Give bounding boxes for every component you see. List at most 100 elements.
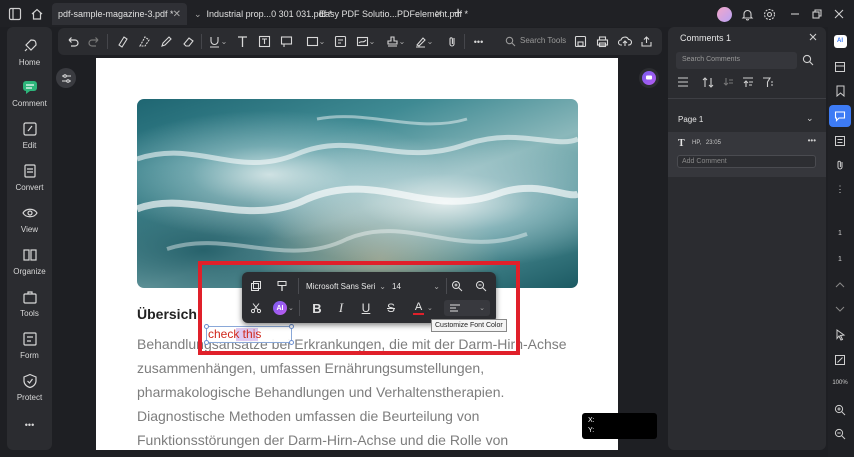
sidebar-item-organize[interactable]: Organize xyxy=(7,241,52,281)
chevron-down-icon[interactable]: ⌄ xyxy=(368,33,376,50)
sidebar-more-button[interactable]: ••• xyxy=(7,415,52,435)
comments-panel-toggle[interactable] xyxy=(829,105,851,127)
strikethrough-icon[interactable]: S xyxy=(383,300,399,316)
search-tools-input[interactable]: Search Tools xyxy=(520,36,566,45)
close-window-icon[interactable] xyxy=(830,5,848,23)
sidebar-item-tools[interactable]: Tools xyxy=(7,283,52,323)
select-cursor-icon[interactable] xyxy=(833,328,847,342)
ai-sidebar-icon[interactable]: AI xyxy=(833,34,847,48)
edit-icon xyxy=(22,121,37,136)
sidebar-item-protect[interactable]: Protect xyxy=(7,367,52,407)
bold-icon[interactable]: B xyxy=(309,300,325,316)
convert-icon xyxy=(23,163,36,178)
tab-pdf-sample-magazine[interactable]: pdf-sample-magazine-3.pdf * ✕ xyxy=(52,3,187,25)
undo-icon[interactable] xyxy=(64,33,81,50)
filter-icon[interactable] xyxy=(762,77,776,89)
home-icon[interactable] xyxy=(28,5,46,23)
text-tool-icon[interactable] xyxy=(234,33,251,50)
fit-page-icon[interactable] xyxy=(833,353,847,367)
add-comment-input[interactable]: Add Comment xyxy=(677,155,816,168)
page-group-label: Page 1 xyxy=(678,115,704,124)
redo-icon[interactable] xyxy=(86,33,103,50)
area-highlight-icon[interactable] xyxy=(136,33,153,50)
font-size-select[interactable]: 14 ⌄ xyxy=(392,278,440,294)
sidebar-item-convert[interactable]: Convert xyxy=(7,157,52,197)
text-align-select[interactable]: ⌄ xyxy=(444,300,490,316)
print-icon[interactable] xyxy=(594,33,611,50)
sort-icon[interactable] xyxy=(702,77,716,89)
highlighter-icon[interactable] xyxy=(114,33,131,50)
format-painter-icon[interactable] xyxy=(274,278,290,294)
sidebar-item-edit[interactable]: Edit xyxy=(7,115,52,155)
attachment-icon[interactable] xyxy=(444,33,461,50)
search-comments-input[interactable]: Search Comments xyxy=(676,52,797,69)
chevron-down-icon[interactable] xyxy=(833,302,847,316)
more-tools-icon[interactable]: ⋮ xyxy=(828,184,852,195)
zoom-in-icon[interactable] xyxy=(833,403,847,417)
zoom-level[interactable]: 100% xyxy=(828,380,852,386)
save-icon[interactable] xyxy=(572,33,589,50)
sidebar-item-comment[interactable]: Comment xyxy=(7,73,52,113)
font-family-select[interactable]: Microsoft Sans Seri ⌄ xyxy=(306,278,386,294)
close-panel-icon[interactable] xyxy=(808,32,820,44)
tab-industrial[interactable]: ⌄ Industrial prop...0 301 031.pdf * xyxy=(188,3,332,25)
scissors-icon[interactable] xyxy=(248,300,264,316)
ai-assistant-button[interactable] xyxy=(639,68,659,88)
chevron-down-icon[interactable]: ⌄ xyxy=(220,33,228,50)
zoom-out-font-icon[interactable] xyxy=(473,278,489,294)
eye-icon xyxy=(21,208,38,217)
bookmark-icon[interactable] xyxy=(833,84,847,98)
underline-text-icon[interactable]: U xyxy=(358,300,374,316)
gear-icon[interactable] xyxy=(760,5,778,23)
total-page-number: 1 xyxy=(838,256,842,263)
callout-icon[interactable] xyxy=(278,33,295,50)
sidebar-item-view[interactable]: View xyxy=(7,199,52,239)
current-page-number[interactable]: 1 xyxy=(828,230,852,237)
search-icon[interactable] xyxy=(802,54,816,68)
restore-icon[interactable] xyxy=(808,5,826,23)
text-comment-icon: T xyxy=(678,138,685,149)
minimize-icon[interactable] xyxy=(786,5,804,23)
chevron-down-icon[interactable]: ⌄ xyxy=(398,33,406,50)
bell-icon[interactable] xyxy=(738,5,756,23)
form-fields-icon[interactable] xyxy=(833,134,847,148)
textbox-icon[interactable] xyxy=(256,33,273,50)
toolbar-more-button[interactable]: ••• xyxy=(470,33,487,50)
note-icon[interactable] xyxy=(332,33,349,50)
attachment-icon[interactable] xyxy=(833,158,847,172)
chevron-down-icon[interactable]: ⌄ xyxy=(426,33,434,50)
menu-icon[interactable] xyxy=(677,77,691,89)
comment-more-button[interactable]: ••• xyxy=(808,136,816,145)
font-color-icon: A xyxy=(413,300,424,315)
copy-style-icon[interactable] xyxy=(248,278,264,294)
zoom-out-icon[interactable] xyxy=(833,427,847,441)
sidebar-item-home[interactable]: Home xyxy=(7,32,52,72)
font-color-button[interactable]: A ⌄ xyxy=(413,300,437,316)
close-icon[interactable]: ✕ xyxy=(435,9,443,20)
body-text-line: zusammenhängen, umfassen Ernährungsumste… xyxy=(137,360,485,376)
properties-toggle-button[interactable] xyxy=(56,68,76,88)
avatar[interactable] xyxy=(715,5,733,23)
cloud-upload-icon[interactable] xyxy=(616,33,633,50)
panel-divider xyxy=(668,98,826,99)
chevron-down-icon[interactable]: ⌄ xyxy=(318,33,326,50)
italic-icon[interactable]: I xyxy=(333,300,349,316)
thumbnails-icon[interactable] xyxy=(833,60,847,74)
close-icon[interactable]: ✕ xyxy=(173,9,181,20)
window-layout-icon[interactable] xyxy=(6,5,24,23)
share-icon[interactable] xyxy=(638,33,655,50)
eraser-icon[interactable] xyxy=(180,33,197,50)
x-coordinate-label: X: xyxy=(588,417,595,424)
chevron-down-icon[interactable]: ⌄ xyxy=(806,113,814,124)
expand-all-icon[interactable] xyxy=(742,77,756,89)
collapse-all-icon[interactable] xyxy=(722,77,736,89)
tab-easy-pdf[interactable]: Easy PDF Solutio...PDFelement.pdf * ✕ xyxy=(313,3,468,25)
new-tab-plus-icon[interactable]: + xyxy=(449,5,467,23)
pencil-icon[interactable] xyxy=(158,33,175,50)
ai-tools-button[interactable]: AI ⌄ xyxy=(273,300,295,316)
align-left-icon xyxy=(450,304,460,312)
zoom-in-font-icon[interactable] xyxy=(449,278,465,294)
search-icon[interactable] xyxy=(502,33,519,50)
sidebar-item-form[interactable]: Form xyxy=(7,325,52,365)
chevron-up-icon[interactable] xyxy=(833,278,847,292)
